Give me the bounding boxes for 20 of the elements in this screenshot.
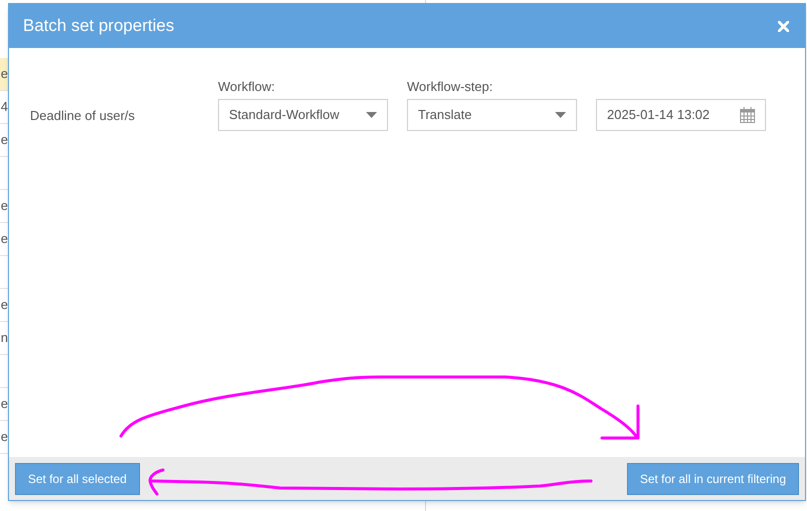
table-cell-text: e (0, 428, 8, 446)
field-label: Deadline of user/s (30, 107, 136, 125)
table-cell-text: e (0, 230, 8, 248)
table-cell-text: n (0, 329, 8, 348)
date-field[interactable]: 2025-01-14 13:02 (596, 99, 766, 131)
table-cell-text: e (0, 131, 8, 150)
table-cell-text: e (0, 65, 8, 84)
table-cell-text: 4 (0, 98, 8, 116)
table-cell-text: e (0, 296, 8, 314)
caret-icon (366, 112, 377, 118)
dialog-title: Batch set properties (23, 15, 174, 38)
calendar-icon[interactable] (740, 107, 755, 123)
field-label: Workflow-step: (407, 78, 494, 93)
dropdown[interactable]: Standard-Workflow (218, 99, 388, 131)
table-cell-text: e (0, 395, 8, 414)
close-icon[interactable] (778, 20, 789, 32)
table-cell-text: e (0, 197, 8, 216)
caret-icon (555, 112, 566, 118)
field-label: Workflow: (218, 78, 276, 93)
dropdown[interactable]: Translate (407, 99, 577, 131)
